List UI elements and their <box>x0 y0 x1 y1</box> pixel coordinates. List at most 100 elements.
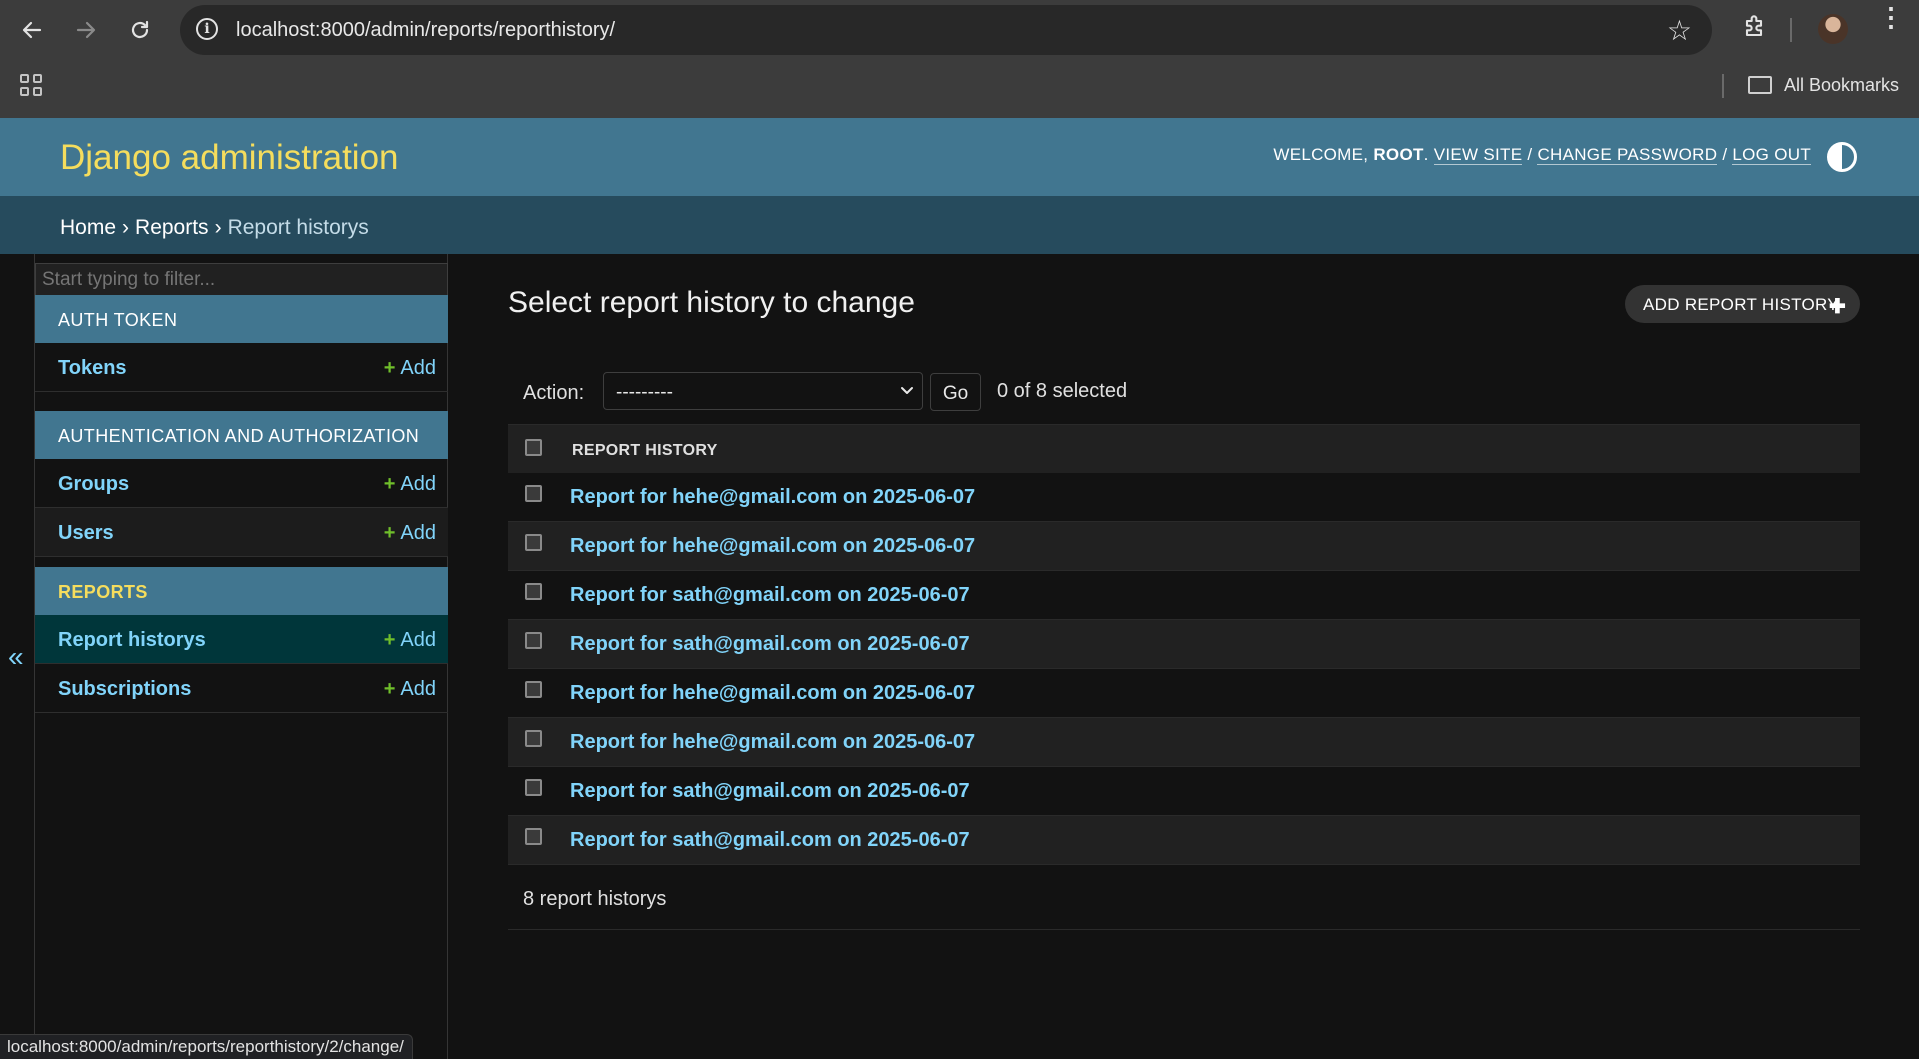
nav-filter-input[interactable] <box>35 263 448 297</box>
address-bar[interactable]: i localhost:8000/admin/reports/reporthis… <box>180 5 1712 55</box>
row-checkbox[interactable] <box>525 534 542 551</box>
row-checkbox[interactable] <box>525 681 542 698</box>
row-link[interactable]: Report for hehe@gmail.com on 2025-06-07 <box>570 731 975 754</box>
table-row: Report for hehe@gmail.com on 2025-06-07 <box>508 669 1860 718</box>
toolbar: i localhost:8000/admin/reports/reporthis… <box>0 0 1919 60</box>
sidebar-item-tokens: Tokens + Add <box>35 343 448 392</box>
column-header-report-history[interactable]: REPORT HISTORY <box>572 442 718 460</box>
sidebar-item-report-historys: Report historys + Add <box>35 615 448 664</box>
reload-icon[interactable] <box>122 12 158 48</box>
module-caption-reports[interactable]: REPORTS <box>35 567 448 615</box>
profile-avatar[interactable] <box>1818 14 1848 44</box>
log-out-link[interactable]: LOG OUT <box>1732 145 1811 165</box>
row-link[interactable]: Report for sath@gmail.com on 2025-06-07 <box>570 633 970 656</box>
row-link[interactable]: Report for sath@gmail.com on 2025-06-07 <box>570 584 970 607</box>
sidebar-item-users: Users + Add <box>35 508 448 557</box>
module-caption-authentication[interactable]: AUTHENTICATION AND AUTHORIZATION <box>35 411 448 459</box>
back-icon[interactable] <box>14 12 50 48</box>
all-bookmarks-link[interactable]: All Bookmarks <box>1784 75 1899 96</box>
action-label: Action: <box>523 382 585 404</box>
add-report-history-button[interactable]: ADD REPORT HISTORY ✚ <box>1625 285 1860 323</box>
chevron-down-icon <box>900 379 914 408</box>
plus-icon: + <box>383 357 396 379</box>
breadcrumb: Home › Reports › Report historys <box>0 196 1919 254</box>
plus-icon: + <box>383 629 396 651</box>
row-checkbox[interactable] <box>525 632 542 649</box>
site-branding[interactable]: Django administration <box>60 138 399 178</box>
action-select[interactable]: --------- <box>603 372 923 410</box>
sidebar-item-tokens-link[interactable]: Tokens <box>58 357 127 380</box>
breadcrumb-current: Report historys <box>227 216 369 239</box>
go-button[interactable]: Go <box>930 373 981 411</box>
table-row: Report for sath@gmail.com on 2025-06-07 <box>508 767 1860 816</box>
change-password-link[interactable]: CHANGE PASSWORD <box>1537 145 1718 165</box>
sidebar-item-subscriptions-link[interactable]: Subscriptions <box>58 678 191 701</box>
plus-icon: + <box>383 522 396 544</box>
sidebar-item-subscriptions: Subscriptions + Add <box>35 664 448 713</box>
view-site-link[interactable]: VIEW SITE <box>1433 145 1523 165</box>
row-checkbox[interactable] <box>525 583 542 600</box>
table-header: REPORT HISTORY <box>508 424 1860 473</box>
site-header: Django administration WELCOME, ROOT. VIE… <box>0 118 1919 196</box>
add-label: Add <box>400 473 436 495</box>
menu-dots-icon[interactable]: ⋮ <box>1878 4 1904 30</box>
browser-chrome: i localhost:8000/admin/reports/reporthis… <box>0 0 1919 118</box>
address-url[interactable]: localhost:8000/admin/reports/reporthisto… <box>236 19 615 42</box>
sidebar-item-groups-link[interactable]: Groups <box>58 473 129 496</box>
welcome-text: WELCOME, <box>1273 145 1369 164</box>
page-title: Select report history to change <box>508 286 915 319</box>
row-link[interactable]: Report for hehe@gmail.com on 2025-06-07 <box>570 682 975 705</box>
status-bar-url: localhost:8000/admin/reports/reporthisto… <box>0 1034 413 1059</box>
result-list: REPORT HISTORY Report for hehe@gmail.com… <box>508 424 1860 865</box>
collapse-sidebar-icon[interactable]: « <box>8 641 24 673</box>
row-checkbox[interactable] <box>525 730 542 747</box>
sidebar-item-groups: Groups + Add <box>35 459 448 508</box>
add-label: Add <box>400 678 436 700</box>
breadcrumb-home[interactable]: Home <box>60 216 116 239</box>
bookmark-star-icon[interactable]: ☆ <box>1667 14 1692 47</box>
add-button-label: ADD REPORT HISTORY <box>1643 295 1839 314</box>
table-row: Report for hehe@gmail.com on 2025-06-07 <box>508 473 1860 522</box>
plus-icon: + <box>383 678 396 700</box>
bookmarks-divider <box>1722 74 1724 98</box>
add-label: Add <box>400 357 436 379</box>
row-checkbox[interactable] <box>525 828 542 845</box>
plus-icon: ✚ <box>1828 296 1846 318</box>
extensions-icon[interactable] <box>1740 14 1768 42</box>
plus-icon: + <box>383 473 396 495</box>
table-row: Report for sath@gmail.com on 2025-06-07 <box>508 620 1860 669</box>
result-count: 8 report historys <box>523 888 667 910</box>
action-counter: 0 of 8 selected <box>997 380 1128 402</box>
forward-icon[interactable] <box>68 12 104 48</box>
paginator: 8 report historys <box>508 870 1860 930</box>
module-caption-auth-token[interactable]: AUTH TOKEN <box>35 295 448 343</box>
add-label: Add <box>400 522 436 544</box>
folder-icon <box>1748 76 1772 94</box>
table-row: Report for sath@gmail.com on 2025-06-07 <box>508 571 1860 620</box>
breadcrumb-reports[interactable]: Reports <box>135 216 209 239</box>
add-group-link[interactable]: + Add <box>384 473 436 496</box>
row-checkbox[interactable] <box>525 779 542 796</box>
row-link[interactable]: Report for sath@gmail.com on 2025-06-07 <box>570 780 970 803</box>
apps-grid-icon[interactable] <box>20 74 42 96</box>
add-token-link[interactable]: + Add <box>384 357 436 380</box>
user-tools: WELCOME, ROOT. VIEW SITE / CHANGE PASSWO… <box>1273 145 1811 165</box>
sidebar-item-report-historys-link[interactable]: Report historys <box>58 629 206 652</box>
add-report-history-link[interactable]: + Add <box>384 629 436 652</box>
row-link[interactable]: Report for hehe@gmail.com on 2025-06-07 <box>570 535 975 558</box>
select-all-checkbox[interactable] <box>525 439 542 456</box>
nav-sidebar: AUTH TOKEN Tokens +Add AUTHENTICATION AN… <box>34 254 448 1059</box>
theme-toggle-icon[interactable] <box>1827 142 1857 172</box>
add-subscription-link[interactable]: + Add <box>384 678 436 701</box>
row-link[interactable]: Report for hehe@gmail.com on 2025-06-07 <box>570 486 975 509</box>
add-user-link[interactable]: + Add <box>384 522 436 545</box>
table-row: Report for sath@gmail.com on 2025-06-07 <box>508 816 1860 865</box>
table-row: Report for hehe@gmail.com on 2025-06-07 <box>508 718 1860 767</box>
site-info-icon[interactable]: i <box>196 18 218 40</box>
toolbar-divider <box>1790 18 1792 42</box>
action-selected-value: --------- <box>616 382 673 403</box>
sidebar-item-users-link[interactable]: Users <box>58 522 114 545</box>
bookmarks-bar: All Bookmarks <box>0 60 1919 118</box>
row-checkbox[interactable] <box>525 485 542 502</box>
row-link[interactable]: Report for sath@gmail.com on 2025-06-07 <box>570 829 970 852</box>
